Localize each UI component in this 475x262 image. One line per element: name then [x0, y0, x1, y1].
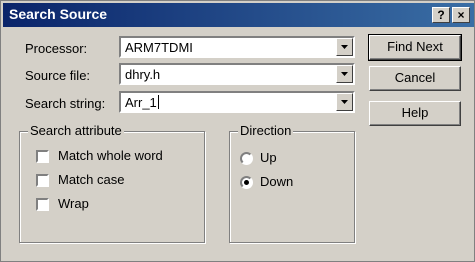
source-file-combo[interactable]: dhry.h: [119, 63, 355, 85]
direction-down-radio[interactable]: [240, 176, 253, 189]
help-button[interactable]: Help: [369, 101, 461, 126]
processor-label: Processor:: [25, 41, 88, 56]
search-string-dropdown-arrow[interactable]: [336, 93, 353, 111]
search-string-combo[interactable]: Arr_1: [119, 91, 355, 113]
chevron-down-icon: [341, 72, 348, 76]
match-case-checkbox[interactable]: [36, 174, 49, 187]
match-whole-word-label: Match whole word: [58, 148, 163, 163]
search-attribute-title: Search attribute: [28, 123, 124, 138]
search-string-input[interactable]: Arr_1: [125, 95, 159, 110]
match-case-label: Match case: [58, 172, 125, 187]
dialog-title: Search Source: [9, 6, 108, 22]
processor-value: ARM7TDMI: [125, 40, 193, 55]
chevron-down-icon: [341, 45, 348, 49]
cancel-button[interactable]: Cancel: [369, 66, 461, 91]
text-caret: [157, 95, 159, 109]
processor-combo[interactable]: ARM7TDMI: [119, 36, 355, 58]
source-file-value: dhry.h: [125, 67, 161, 82]
search-source-dialog: Search Source ? × Processor: ARM7TDMI So…: [0, 0, 475, 262]
close-button[interactable]: ×: [452, 7, 470, 23]
direction-down-label: Down: [260, 174, 294, 189]
direction-group: Direction Up Down: [229, 123, 355, 243]
help-title-button[interactable]: ?: [432, 7, 450, 23]
match-whole-word-checkbox[interactable]: [36, 150, 49, 163]
wrap-checkbox[interactable]: [36, 198, 49, 211]
chevron-down-icon: [341, 100, 348, 104]
direction-title: Direction: [238, 123, 294, 138]
search-string-label: Search string:: [25, 96, 106, 111]
title-bar[interactable]: Search Source ? ×: [3, 3, 474, 27]
source-file-label: Source file:: [25, 68, 91, 83]
processor-dropdown-arrow[interactable]: [336, 38, 353, 56]
direction-up-radio[interactable]: [240, 152, 253, 165]
source-file-dropdown-arrow[interactable]: [336, 65, 353, 83]
search-attribute-group: Search attribute Match whole word Match …: [19, 123, 205, 243]
find-next-button[interactable]: Find Next: [368, 34, 462, 61]
search-string-value: Arr_1: [125, 95, 157, 110]
direction-up-label: Up: [260, 150, 277, 165]
radio-selected-dot: [244, 180, 249, 185]
wrap-label: Wrap: [58, 196, 89, 211]
